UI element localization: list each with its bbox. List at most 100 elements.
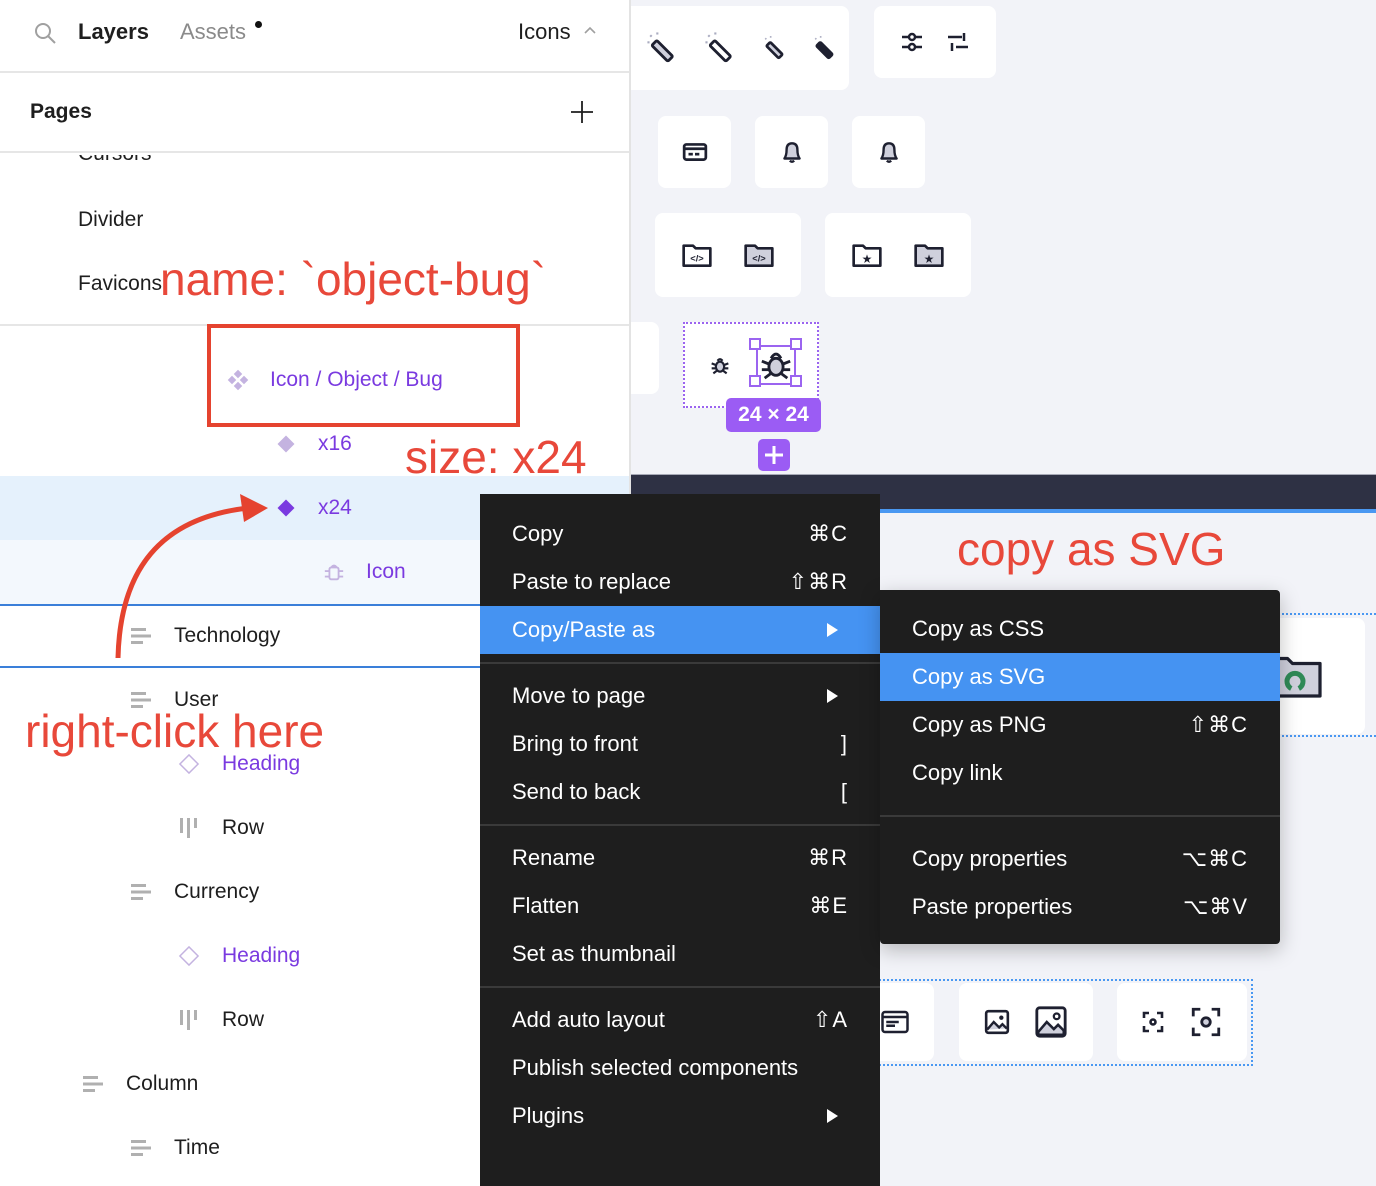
menu-item-copy-link[interactable]: Copy link — [880, 749, 1280, 797]
menu-item-set-as-thumbnail[interactable]: Set as thumbnail — [480, 930, 880, 978]
menu-item-shortcut: ⇧⌘R — [788, 569, 848, 594]
resize-handle-top-right[interactable] — [790, 338, 802, 350]
menu-spacer — [480, 988, 880, 996]
folder-star-icon: ★ — [914, 244, 944, 267]
menu-item-paste-to-replace[interactable]: Paste to replace ⇧⌘R — [480, 558, 880, 606]
menu-item-label: Copy/Paste as — [512, 617, 656, 642]
icon-card-sliders[interactable] — [874, 6, 996, 78]
menu-item-shortcut: ] — [840, 731, 848, 756]
page-item-cursors[interactable]: Cursors — [78, 155, 152, 166]
bug-small-icon — [711, 358, 729, 375]
menu-item-publish-selected-components[interactable]: Publish selected components — [480, 1044, 880, 1092]
image-icon — [984, 1009, 1010, 1035]
menu-item-shortcut: ⇧⌘C — [1188, 712, 1248, 737]
tab-layers[interactable]: Layers — [78, 19, 149, 45]
menu-item-label: Paste properties — [912, 894, 1073, 919]
add-variant-button[interactable] — [758, 439, 790, 471]
bug-icon — [323, 561, 345, 583]
menu-item-copy[interactable]: Copy ⌘C — [480, 510, 880, 558]
layer-label: x16 — [318, 432, 352, 455]
menu-item-label: Publish selected components — [512, 1055, 799, 1080]
resize-handle-bottom-right[interactable] — [790, 375, 802, 387]
menu-item-move-to-page[interactable]: Move to page — [480, 672, 880, 720]
page-item-divider[interactable]: Divider — [78, 208, 143, 232]
annotation-name: name: `object-bug` — [160, 253, 547, 305]
menu-spacer — [480, 664, 880, 672]
layer-label: Heading — [222, 944, 301, 967]
menu-item-copy-as-svg[interactable]: Copy as SVG — [880, 653, 1280, 701]
icon-card-bell[interactable] — [755, 116, 828, 188]
menu-item-shortcut: ⌘R — [808, 845, 848, 870]
menu-item-copy-paste-as[interactable]: Copy/Paste as — [480, 606, 880, 654]
resize-handle-top-left[interactable] — [749, 338, 761, 350]
menu-spacer — [480, 978, 880, 986]
component-set-frame[interactable] — [683, 322, 819, 408]
svg-text:★: ★ — [924, 252, 935, 266]
adjustments-icon — [948, 33, 968, 51]
resize-handle-bottom-left[interactable] — [749, 375, 761, 387]
menu-item-rename[interactable]: Rename ⌘R — [480, 834, 880, 882]
menu-item-copy-as-png[interactable]: Copy as PNG ⇧⌘C — [880, 701, 1280, 749]
panel-tab-bar: Layers Assets Icons — [0, 0, 629, 73]
menu-item-shortcut: [ — [840, 779, 848, 804]
icon-card-credit-card[interactable] — [658, 116, 731, 188]
menu-item-label: Copy as CSS — [912, 616, 1045, 641]
variant-icon — [275, 433, 297, 455]
auto-layout-horizontal-icon — [178, 1009, 200, 1031]
menu-spacer — [880, 817, 1280, 835]
context-menu: Copy ⌘C Paste to replace ⇧⌘R Copy/Paste as Mo… — [480, 494, 880, 1186]
page-selector[interactable]: Icons — [518, 19, 571, 45]
browser-text-icon — [881, 1010, 909, 1034]
folder-code-icon: </> — [744, 244, 774, 267]
menu-item-shortcut: ⌥⌘V — [1182, 894, 1248, 919]
menu-item-label: Bring to front — [512, 731, 638, 756]
menu-item-label: Add auto layout — [512, 1007, 665, 1032]
menu-item-flatten[interactable]: Flatten ⌘E — [480, 882, 880, 930]
menu-item-copy-as-css[interactable]: Copy as CSS — [880, 605, 1280, 653]
menu-item-label: Move to page — [512, 683, 646, 708]
layer-label: Icon — [366, 560, 406, 583]
menu-item-label: Copy link — [912, 760, 1003, 785]
icon-card-magic-wand[interactable] — [621, 6, 849, 90]
icon-card-folder-code[interactable]: </> </> — [655, 213, 801, 297]
magic-wand-small-icon — [764, 36, 784, 60]
menu-spacer — [480, 816, 880, 824]
menu-item-label: Paste to replace — [512, 569, 671, 594]
svg-text:</>: </> — [752, 254, 766, 264]
search-icon[interactable] — [33, 21, 57, 45]
bell-icon — [782, 142, 801, 163]
auto-layout-vertical-icon — [82, 1073, 104, 1095]
menu-item-send-to-back[interactable]: Send to back [ — [480, 768, 880, 816]
icon-card-image[interactable] — [959, 983, 1093, 1061]
copy-paste-as-submenu: Copy as CSS Copy as SVG Copy as PNG ⇧⌘C Copy… — [880, 590, 1280, 944]
menu-item-shortcut: ⇧A — [812, 1007, 848, 1032]
icon-card-bell[interactable] — [852, 116, 925, 188]
menu-item-paste-properties[interactable]: Paste properties ⌥⌘V — [880, 883, 1280, 931]
magic-wand-icon — [647, 32, 674, 63]
layer-label: Row — [222, 816, 265, 839]
annotation-highlight-box — [207, 324, 520, 427]
menu-item-label: Copy as PNG — [912, 712, 1047, 737]
menu-item-shortcut: ⌘E — [809, 893, 848, 918]
svg-text:</>: </> — [690, 254, 704, 264]
page-item-favicons[interactable]: Favicons — [78, 272, 162, 296]
submenu-arrow-icon — [827, 1109, 838, 1123]
image-icon — [1035, 1006, 1067, 1038]
menu-item-copy-properties[interactable]: Copy properties ⌥⌘C — [880, 835, 1280, 883]
layer-label: x24 — [318, 496, 352, 519]
icon-card-focus[interactable] — [1117, 983, 1247, 1061]
chevron-up-icon[interactable] — [583, 25, 597, 35]
menu-item-add-auto-layout[interactable]: Add auto layout ⇧A — [480, 996, 880, 1044]
svg-text:★: ★ — [862, 252, 873, 266]
add-page-icon[interactable] — [570, 100, 594, 124]
menu-item-bring-to-front[interactable]: Bring to front] — [480, 720, 880, 768]
tab-assets[interactable]: Assets — [180, 19, 246, 45]
auto-layout-vertical-icon — [130, 1137, 152, 1159]
menu-item-label: Flatten — [512, 893, 580, 918]
annotation-arrow — [115, 494, 268, 659]
layer-label: Time — [174, 1136, 220, 1159]
menu-item-label: Plugins — [512, 1103, 585, 1128]
icon-card-folder-star[interactable]: ★ ★ — [825, 213, 971, 297]
menu-item-plugins[interactable]: Plugins — [480, 1092, 880, 1140]
auto-layout-vertical-icon — [130, 881, 152, 903]
